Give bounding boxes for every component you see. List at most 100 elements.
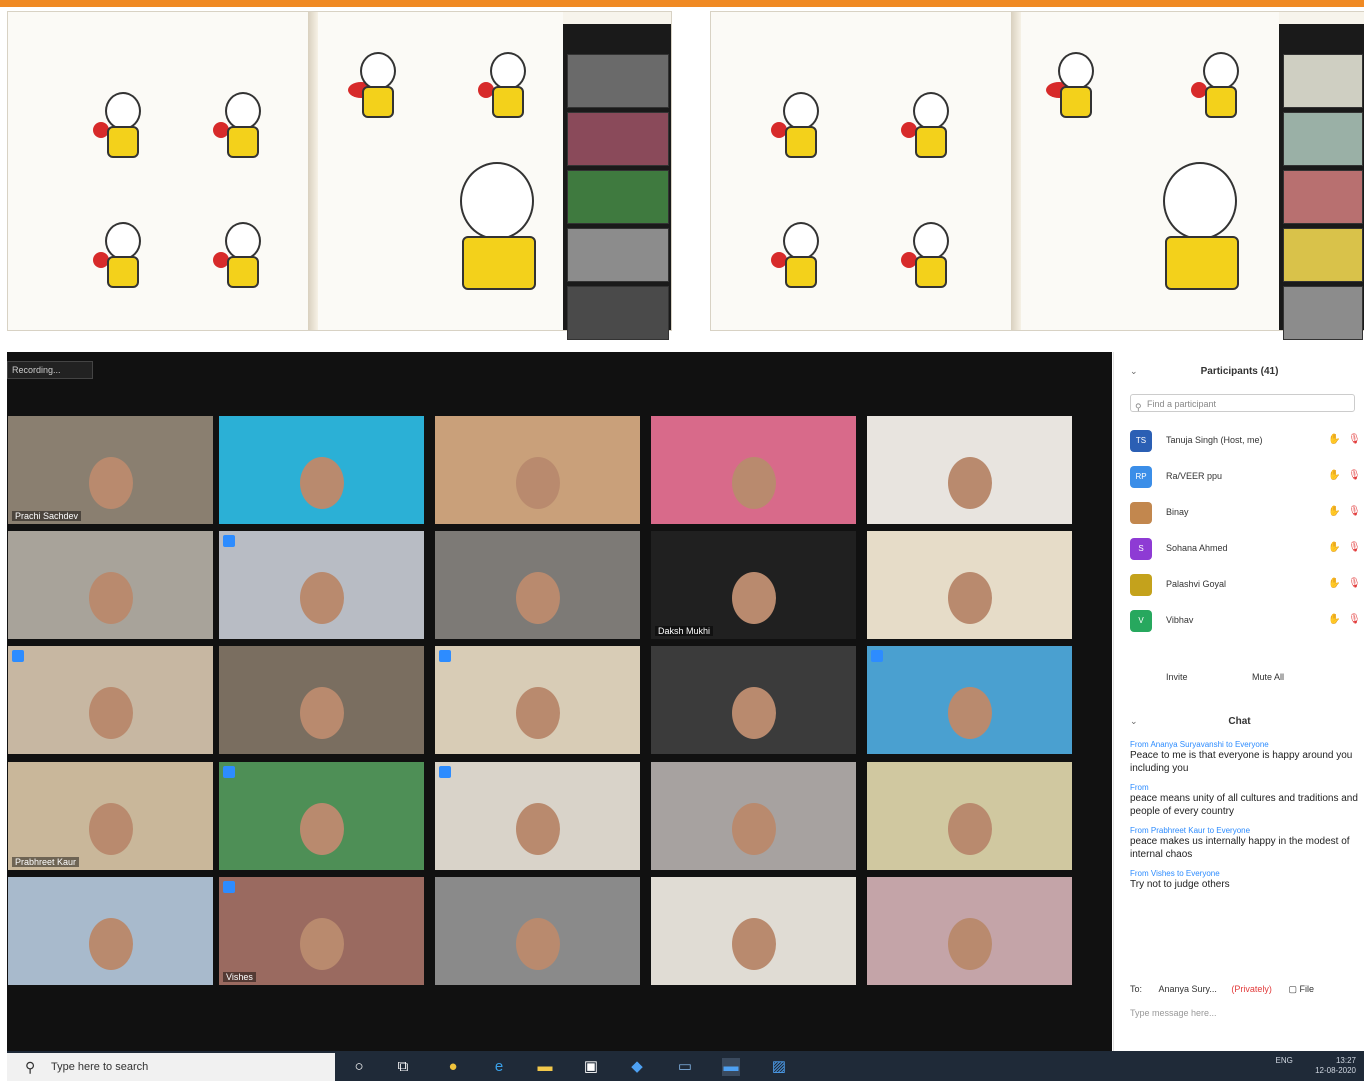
file-explorer-icon[interactable]: ▬: [536, 1058, 554, 1076]
participant-name: Palashvi Goyal: [1166, 579, 1227, 589]
folder-icon[interactable]: ▭: [676, 1058, 694, 1076]
video-tile[interactable]: [867, 877, 1072, 985]
video-tile[interactable]: [8, 877, 213, 985]
storybook-page: [711, 12, 1279, 330]
video-tile[interactable]: [435, 762, 640, 870]
muted-mic-icon[interactable]: 🎙: [1348, 434, 1361, 445]
participant-row[interactable]: S Sohana Ahmed ✋ 🎙: [1128, 532, 1363, 568]
tray-date: 12-08-2020: [1315, 1066, 1356, 1075]
video-tile[interactable]: [435, 877, 640, 985]
video-tile[interactable]: [8, 646, 213, 754]
recipient-dropdown[interactable]: Ananya Sury...: [1159, 984, 1217, 994]
participant-name: Ra/VEER ppu: [1166, 471, 1223, 481]
video-tile[interactable]: Prabhreet Kaur: [8, 762, 213, 870]
video-tile[interactable]: [651, 646, 856, 754]
video-tile[interactable]: [867, 762, 1072, 870]
edge-icon[interactable]: e: [490, 1058, 508, 1076]
video-tile[interactable]: [219, 646, 424, 754]
tray-time: 13:27: [1335, 1056, 1356, 1065]
video-tile[interactable]: [219, 531, 424, 639]
participant-row[interactable]: RP Ra/VEER ppu ✋ 🎙: [1128, 460, 1363, 496]
participant-name: Tanuja Singh (Host, me): [1166, 435, 1263, 445]
file-button[interactable]: ▢ File: [1288, 984, 1314, 994]
participant-face: [731, 803, 776, 856]
video-tile[interactable]: [651, 877, 856, 985]
chat-message-text: Peace to me is that everyone is happy ar…: [1130, 750, 1353, 774]
video-tile[interactable]: [651, 762, 856, 870]
cartoon-figure-large: [1151, 162, 1251, 302]
video-thumbnail: [567, 170, 669, 224]
cartoon-figure: [93, 92, 149, 170]
store-icon[interactable]: ▣: [582, 1058, 600, 1076]
dropbox-icon[interactable]: ◆: [628, 1058, 646, 1076]
video-tile[interactable]: [219, 416, 424, 524]
participant-list: TS Tanuja Singh (Host, me) ✋ 🎙 RP Ra/VEER ppu…: [1128, 424, 1363, 640]
muted-mic-icon[interactable]: 🎙: [1348, 542, 1361, 553]
video-tile[interactable]: Daksh Mukhi: [651, 531, 856, 639]
participants-chat-sidebar: ⌄ Participants (41) ⚲ Find a participant…: [1113, 352, 1364, 1051]
storybook-page: [8, 12, 563, 330]
participant-row[interactable]: Binay ✋ 🎙: [1128, 496, 1363, 532]
participant-face: [731, 457, 776, 510]
video-tile[interactable]: [435, 531, 640, 639]
chat-title: Chat: [1228, 716, 1251, 727]
video-thumbnail: [1283, 112, 1363, 166]
video-tile[interactable]: [867, 646, 1072, 754]
cartoon-figure: [771, 222, 827, 300]
participant-face: [299, 572, 344, 625]
cartoon-figure: [771, 92, 827, 170]
chrome-icon[interactable]: ●: [444, 1058, 462, 1076]
video-thumbnail: [567, 228, 669, 282]
photos-icon[interactable]: ▨: [770, 1058, 788, 1076]
raise-hand-icon: ✋: [1328, 434, 1341, 445]
participant-search-input[interactable]: ⚲ Find a participant: [1130, 394, 1355, 412]
video-tile[interactable]: [651, 416, 856, 524]
muted-mic-icon[interactable]: 🎙: [1348, 578, 1361, 589]
participant-row[interactable]: TS Tanuja Singh (Host, me) ✋ 🎙: [1128, 424, 1363, 460]
muted-mic-icon[interactable]: 🎙: [1348, 614, 1361, 625]
raise-hand-icon: ✋: [1328, 614, 1341, 625]
taskbar-search-text: Type here to search: [51, 1061, 149, 1073]
video-thumbnail: [567, 286, 669, 340]
participant-face: [947, 572, 992, 625]
participant-face: [515, 918, 560, 971]
zoom-app-icon[interactable]: ▬: [722, 1058, 740, 1076]
video-tile[interactable]: Prachi Sachdev: [8, 416, 213, 524]
cartoon-figure: [213, 222, 269, 300]
cortana-icon[interactable]: ○: [350, 1058, 368, 1076]
chat-message-sender: From Prabhreet Kaur to Everyone: [1130, 826, 1251, 835]
participant-row[interactable]: V Vibhav ✋ 🎙: [1128, 604, 1363, 640]
participant-avatar: TS: [1130, 430, 1152, 452]
chat-message: From peace means unity of all cultures an…: [1130, 783, 1360, 818]
video-tile[interactable]: [219, 762, 424, 870]
to-label: To:: [1130, 984, 1143, 994]
video-tile[interactable]: [435, 646, 640, 754]
participant-face: [947, 803, 992, 856]
video-tile[interactable]: Vishes: [219, 877, 424, 985]
muted-mic-icon[interactable]: 🎙: [1348, 470, 1361, 481]
muted-mic-icon[interactable]: 🎙: [1348, 506, 1361, 517]
video-thumbnail: [1283, 228, 1363, 282]
mute-all-button[interactable]: Mute All: [1252, 672, 1284, 688]
participant-face: [88, 918, 133, 971]
chat-message-input[interactable]: Type message here...: [1130, 1008, 1217, 1018]
video-strip: [1279, 24, 1364, 340]
participant-name: Sohana Ahmed: [1166, 543, 1228, 553]
video-thumbnail: [1283, 54, 1363, 108]
video-tile[interactable]: [8, 531, 213, 639]
participant-row[interactable]: Palashvi Goyal ✋ 🎙: [1128, 568, 1363, 604]
invite-button[interactable]: Invite: [1166, 672, 1188, 688]
chat-message-sender: From Ananya Suryavanshi to Everyone: [1130, 740, 1269, 749]
participant-name-label: Prachi Sachdev: [12, 511, 82, 521]
video-tile[interactable]: [435, 416, 640, 524]
taskbar-search-box[interactable]: ⚲ Type here to search: [7, 1053, 335, 1081]
book-spine: [308, 12, 318, 330]
cartoon-figure-large: [448, 162, 548, 302]
participant-name-label: Prabhreet Kaur: [12, 857, 80, 867]
raise-hand-icon: [223, 766, 235, 778]
video-tile[interactable]: [867, 416, 1072, 524]
participant-face: [947, 457, 992, 510]
task-view-icon[interactable]: ⧉: [394, 1058, 412, 1076]
file-label: File: [1299, 984, 1314, 994]
video-tile[interactable]: [867, 531, 1072, 639]
